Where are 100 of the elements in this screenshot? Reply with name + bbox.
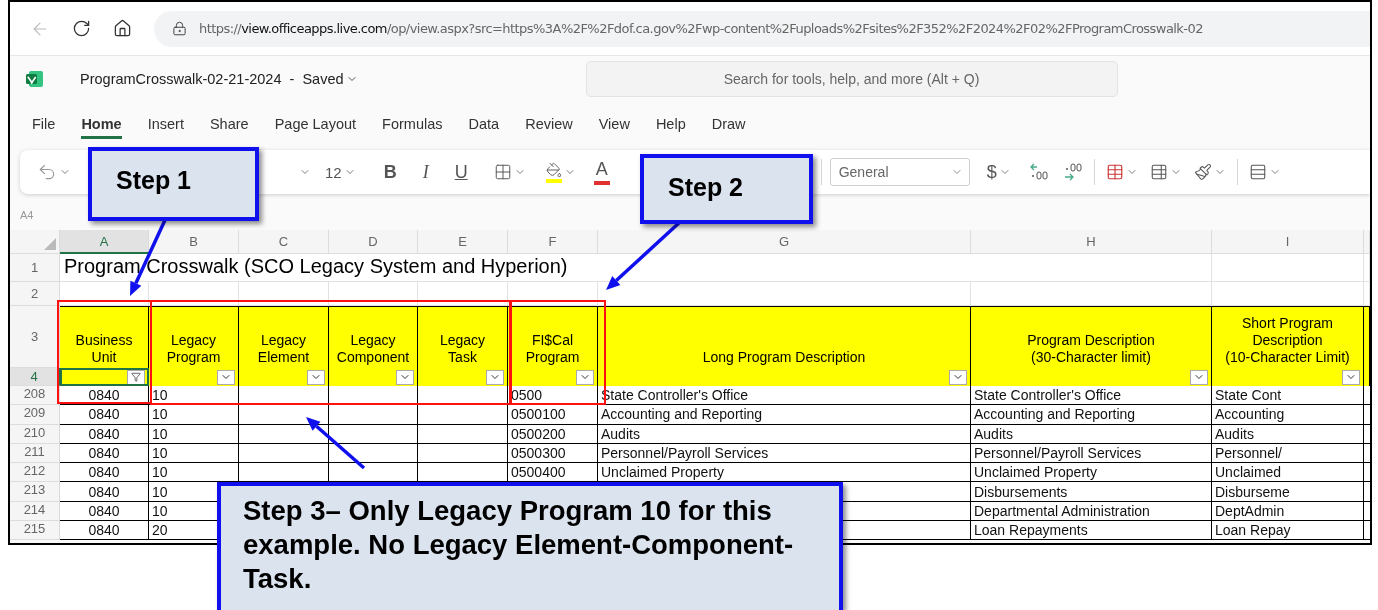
step-callout: Step 2	[640, 154, 813, 224]
ribbon-tab[interactable]: Data	[468, 109, 500, 139]
row-header[interactable]: 215	[10, 521, 60, 541]
filter-dropdown-button[interactable]	[217, 369, 235, 385]
address-bar[interactable]: https://view.officeapps.live.com/op/view.aspx?src=https%3A%2F%2Fdof.ca.gov%2Fwp-content%2Fuploads%2Fsites%2F352%2F2024%2F02%2FProgramCrosswalk-02	[154, 10, 1370, 47]
ribbon-tab[interactable]: Formulas	[382, 109, 443, 139]
table-cell: Loan Repayments	[971, 521, 1212, 541]
filter-dropdown-button[interactable]	[307, 369, 325, 385]
column-header[interactable]: H	[971, 230, 1212, 254]
ribbon-tab[interactable]: Insert	[147, 109, 184, 139]
filter-dropdown-button[interactable]	[1342, 369, 1360, 385]
column-header[interactable]: C	[239, 230, 329, 254]
filter-dropdown-button[interactable]	[1190, 369, 1208, 385]
bold-button[interactable]: B	[380, 157, 400, 187]
column-heading: Business Unit	[60, 306, 149, 368]
filter-dropdown-button[interactable]	[949, 369, 967, 385]
table-cell: Disburseme	[1212, 482, 1364, 502]
step-callout: Step 3– Only Legacy Program 10 for this example. No Legacy Element-Component-Task.	[217, 482, 843, 610]
table-cell: 0500200	[508, 424, 598, 444]
undo-icon	[37, 162, 57, 182]
table-cell: 0500100	[508, 405, 598, 425]
ribbon-tab[interactable]: View	[598, 109, 630, 139]
filter-dropdown-button[interactable]	[486, 369, 504, 385]
row-header[interactable]: 4	[10, 368, 60, 386]
number-format-dropdown[interactable]: General	[829, 158, 970, 186]
table-icon	[1105, 163, 1124, 181]
table-icon	[1149, 163, 1168, 181]
row-header[interactable]: 212	[10, 463, 60, 483]
underline-button[interactable]: U	[451, 157, 471, 187]
column-header[interactable]: B	[149, 230, 239, 254]
table-cell: 0840	[60, 405, 149, 425]
decimal-icon	[1062, 163, 1083, 181]
column-heading: FI$Cal Program	[508, 306, 598, 368]
column-heading: Legacy Task	[418, 306, 508, 368]
column-heading: Legacy Program	[149, 306, 239, 368]
filter-dropdown-button[interactable]	[396, 369, 414, 385]
search-field[interactable]: Search for tools, help, and more (Alt + Q)	[585, 61, 1118, 97]
table-cell: 0840	[60, 482, 149, 502]
table-cell: Audits	[598, 424, 971, 444]
row-header[interactable]: 1	[10, 254, 60, 282]
table-cell: Accounting and Reporting	[598, 405, 971, 425]
column-heading: Short Program Description (10-Character Limit)	[1212, 306, 1364, 368]
row-header[interactable]: 214	[10, 501, 60, 522]
decimal-icon	[1028, 163, 1049, 181]
row-header[interactable]: 3	[10, 306, 60, 368]
table-cell: 10	[149, 424, 239, 444]
row-header[interactable]: 209	[10, 405, 60, 425]
font-size-dropdown[interactable]: 12	[322, 157, 359, 187]
row-header[interactable]: 210	[10, 424, 60, 444]
column-header[interactable]: G	[598, 230, 971, 254]
row-header[interactable]: 213	[10, 482, 60, 502]
filter-dropdown-button[interactable]	[127, 369, 145, 385]
table-cell: Audits	[1212, 424, 1364, 444]
table-cell: Disbursements	[971, 482, 1212, 502]
table-cell: Accounting	[1212, 405, 1364, 425]
name-box[interactable]: A4	[20, 209, 34, 221]
document-title[interactable]: ProgramCrosswalk-02-21-2024 - Saved	[80, 71, 358, 87]
column-header[interactable]: D	[329, 230, 418, 254]
filter-dropdown-button[interactable]	[576, 369, 594, 385]
rows-icon	[1248, 163, 1267, 181]
column-header[interactable]: F	[508, 230, 598, 254]
step-callout: Step 1	[88, 147, 259, 221]
table-cell: 0840	[60, 424, 149, 444]
reload-button[interactable]	[72, 19, 91, 38]
pointer-arrow	[306, 417, 366, 470]
ribbon-tab[interactable]: Share	[209, 109, 249, 139]
paint-bucket-icon	[545, 161, 562, 178]
currency-button[interactable]: $	[983, 157, 1014, 187]
ribbon-tab[interactable]: Draw	[711, 109, 746, 139]
font-color-button[interactable]: A	[590, 157, 613, 187]
table-cell: Audits	[971, 424, 1212, 444]
filter-icon	[131, 372, 141, 382]
table-cell: Accounting and Reporting	[971, 405, 1212, 425]
reload-icon	[72, 19, 91, 38]
ribbon-tab[interactable]: Review	[525, 109, 573, 139]
table-cell: 0840	[60, 521, 149, 541]
spreadsheet-logo	[26, 70, 44, 88]
ribbon-tab[interactable]: File	[32, 109, 56, 139]
column-header[interactable]: I	[1212, 230, 1364, 254]
ribbon-tab[interactable]: Page Layout	[274, 109, 357, 139]
column-header[interactable]: E	[418, 230, 508, 254]
column-heading: Legacy Component	[329, 306, 418, 368]
column-header[interactable]: A	[60, 230, 149, 254]
column-heading: Program Description (30-Character limit)	[971, 306, 1212, 368]
ribbon-tab[interactable]: Home	[81, 109, 122, 139]
brush-icon	[1193, 163, 1212, 181]
home-button[interactable]	[113, 19, 132, 38]
ribbon-tab[interactable]: Help	[655, 109, 686, 139]
italic-button[interactable]: I	[419, 157, 432, 187]
column-heading: Long Program Description	[598, 306, 971, 368]
table-cell: Loan Repay	[1212, 521, 1364, 541]
column-heading: Legacy Element	[239, 306, 329, 368]
select-all-icon	[44, 238, 56, 250]
lock-icon	[172, 21, 187, 36]
borders-icon	[493, 163, 512, 181]
table-cell: 10	[149, 405, 239, 425]
row-header[interactable]: 211	[10, 443, 60, 464]
row-header[interactable]: 208	[10, 386, 60, 406]
row-header[interactable]: 2	[10, 282, 60, 306]
url-text: https://view.officeapps.live.com/op/view.aspx?src=https%3A%2F%2Fdof.ca.gov%2Fwp-content%2Fuploads%2Fsites%2F352%2F2024%2F02%2FProgramCrosswalk-02	[199, 21, 1203, 36]
